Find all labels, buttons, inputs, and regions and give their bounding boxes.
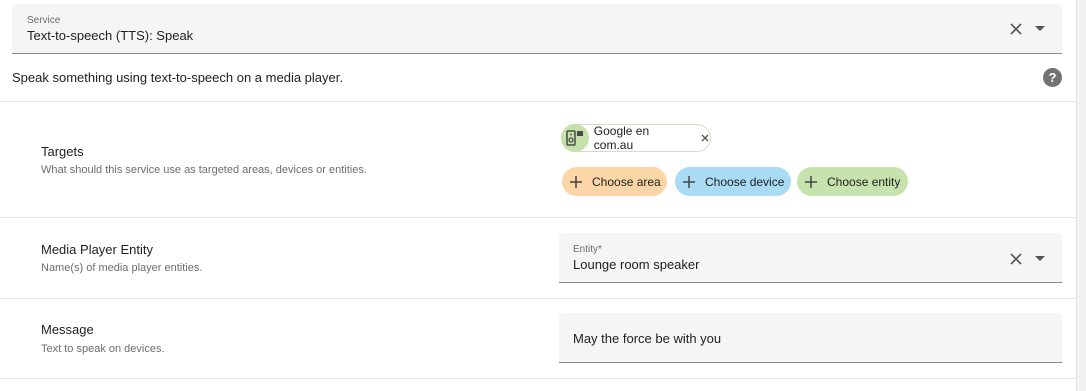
service-description: Speak something using text-to-speech on … [12, 70, 343, 85]
target-chip-label: Google en com.au [593, 124, 650, 152]
service-select[interactable]: Service Text-to-speech (TTS): Speak [12, 4, 1062, 54]
entity-field-label: Entity* [573, 244, 602, 255]
message-input[interactable]: May the force be with you [559, 313, 1062, 363]
targets-subtitle: What should this service use as targeted… [41, 164, 367, 176]
close-icon[interactable] [1008, 21, 1024, 37]
menu-down-icon[interactable] [1032, 251, 1048, 267]
speaker-icon [561, 124, 589, 152]
divider [0, 217, 1076, 218]
close-icon[interactable] [1008, 251, 1024, 267]
media-player-title: Media Player Entity [41, 242, 153, 257]
message-subtitle: Text to speak on devices. [41, 343, 165, 355]
service-field-label: Service [27, 15, 61, 26]
choose-entity-button[interactable]: Choose entity [797, 167, 908, 196]
service-field-value: Text-to-speech (TTS): Speak [27, 28, 194, 43]
plus-icon [804, 175, 818, 189]
message-title: Message [41, 322, 94, 337]
entity-field-value: Lounge room speaker [573, 257, 700, 272]
choose-device-label: Choose device [705, 174, 785, 189]
media-player-subtitle: Name(s) of media player entities. [41, 262, 203, 274]
divider [0, 298, 1076, 299]
help-circle-icon[interactable]: ? [1043, 68, 1062, 87]
divider [0, 378, 1076, 379]
divider [0, 101, 1076, 102]
choose-device-button[interactable]: Choose device [675, 167, 791, 196]
plus-icon [682, 175, 696, 189]
menu-down-icon[interactable] [1032, 21, 1048, 37]
scrollbar-track[interactable] [1076, 0, 1086, 391]
targets-title: Targets [41, 144, 84, 159]
choose-area-button[interactable]: Choose area [562, 167, 667, 196]
choose-entity-label: Choose entity [827, 174, 901, 189]
message-field-value: May the force be with you [573, 331, 722, 346]
entity-select[interactable]: Entity* Lounge room speaker [559, 233, 1062, 283]
choose-area-label: Choose area [592, 174, 661, 189]
target-chip-google-en[interactable]: Google en com.au [561, 124, 711, 152]
close-icon[interactable] [700, 133, 710, 143]
plus-icon [569, 175, 583, 189]
